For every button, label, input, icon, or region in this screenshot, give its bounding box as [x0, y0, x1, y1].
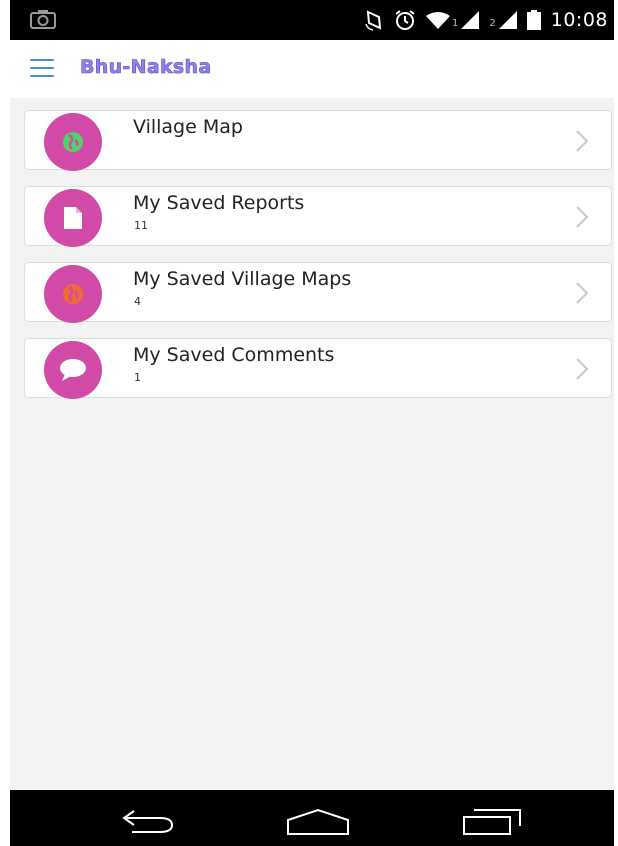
navigation-bar — [10, 790, 614, 846]
hamburger-menu-icon[interactable] — [30, 59, 54, 77]
list-item-count: 1 — [134, 371, 141, 384]
signal-icon — [498, 11, 517, 29]
sim2-label: 2 — [489, 18, 496, 29]
home-icon[interactable] — [286, 808, 350, 840]
wifi-signal: 1 — [425, 11, 480, 29]
signal-icon — [461, 11, 480, 29]
clock-time: 10:08 — [550, 9, 608, 31]
list-item-village-map[interactable]: Village Map — [24, 110, 612, 171]
chevron-right-icon — [575, 129, 589, 157]
comment-bubble-icon — [44, 341, 102, 399]
list-item-saved-reports[interactable]: My Saved Reports 11 — [24, 186, 612, 247]
list-item-label: My Saved Reports — [133, 192, 305, 214]
app-frame: 1 2 10:08 Bhu-Naksha Village Map My Save… — [10, 0, 614, 846]
wifi-icon — [425, 11, 450, 29]
alarm-icon — [394, 9, 416, 31]
list-item-label: Village Map — [133, 116, 243, 138]
chevron-right-icon — [575, 281, 589, 309]
app-title: Bhu-Naksha — [80, 56, 212, 79]
document-icon — [44, 189, 102, 247]
list-item-count: 4 — [134, 295, 141, 308]
chevron-right-icon — [575, 205, 589, 233]
recent-apps-icon[interactable] — [462, 808, 522, 840]
sim2-signal: 2 — [489, 11, 517, 29]
globe-icon — [44, 265, 102, 323]
list-item-saved-comments[interactable]: My Saved Comments 1 — [24, 338, 612, 399]
list-item-count: 11 — [134, 219, 148, 232]
menu-list: Village Map My Saved Reports 11 My Saved… — [24, 110, 612, 414]
list-item-saved-village-maps[interactable]: My Saved Village Maps 4 — [24, 262, 612, 323]
status-bar: 1 2 10:08 — [10, 0, 614, 40]
battery-icon — [526, 10, 541, 30]
rotate-icon — [364, 9, 384, 31]
globe-icon — [44, 113, 102, 171]
chevron-right-icon — [575, 357, 589, 385]
camera-icon — [30, 9, 56, 33]
sim1-label: 1 — [451, 18, 459, 29]
list-item-label: My Saved Comments — [133, 344, 335, 366]
back-icon[interactable] — [120, 808, 176, 838]
list-item-label: My Saved Village Maps — [133, 268, 352, 290]
app-bar: Bhu-Naksha — [10, 40, 614, 98]
